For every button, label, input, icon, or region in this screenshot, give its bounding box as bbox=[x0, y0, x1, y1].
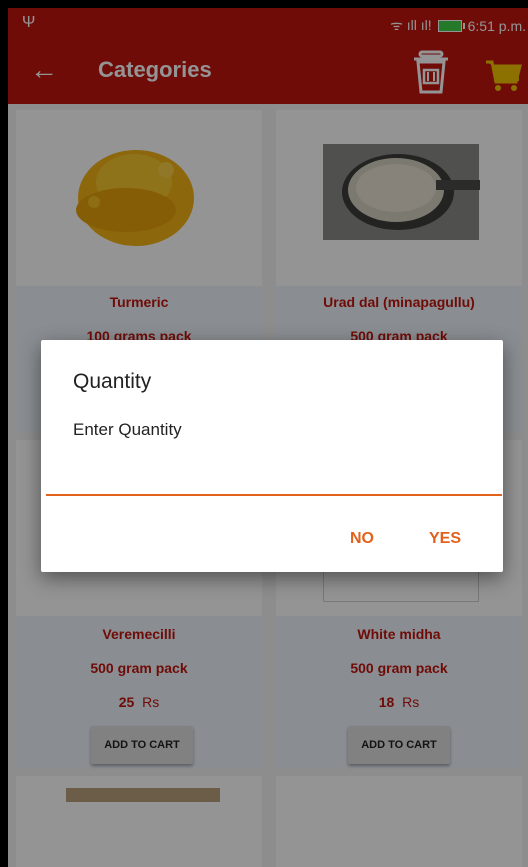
quantity-input[interactable] bbox=[46, 482, 502, 496]
dialog-title: Quantity bbox=[73, 370, 152, 393]
quantity-dialog: Quantity Enter Quantity NO YES bbox=[41, 340, 503, 572]
yes-button[interactable]: YES bbox=[429, 530, 461, 548]
dialog-message: Enter Quantity bbox=[73, 420, 182, 439]
app-screen: Ψ ᯤ ıll ıl! 6:51 p.m. ← Categories Turme… bbox=[8, 8, 528, 867]
no-button[interactable]: NO bbox=[350, 530, 374, 548]
